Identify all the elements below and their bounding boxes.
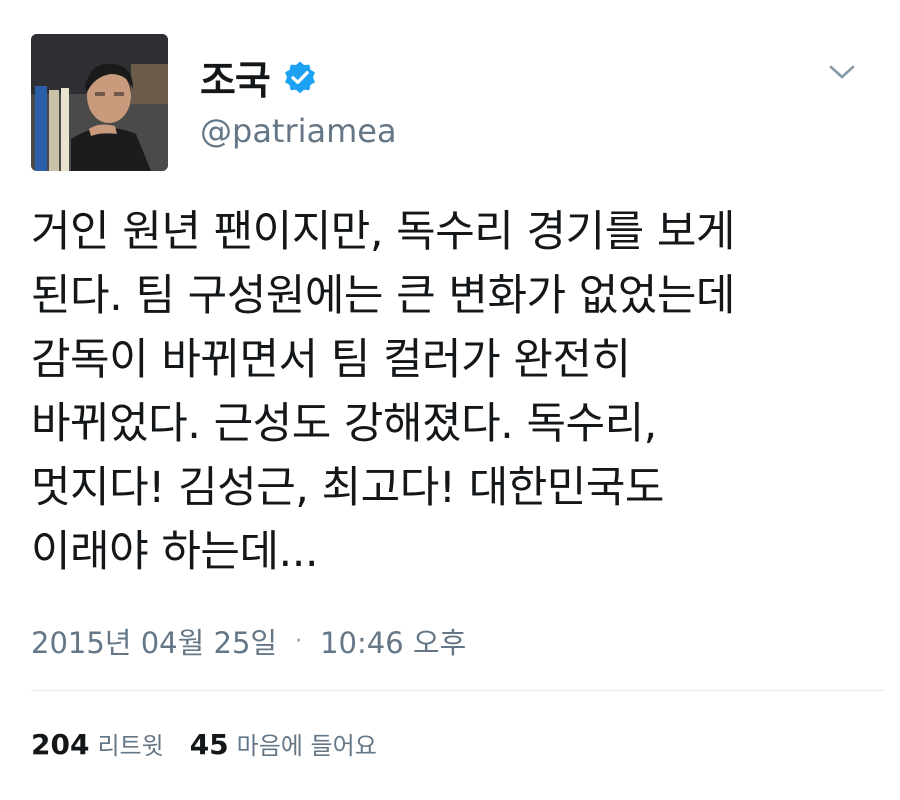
like-count[interactable]: 45 (190, 728, 229, 761)
tweet-time: 10:46 오후 (320, 626, 467, 660)
retweet-label[interactable]: 리트윗 (97, 726, 163, 761)
tweet-timestamp[interactable]: 2015년 04월 25일 · 10:46 오후 (31, 620, 466, 662)
tweet-date: 2015년 04월 25일 (31, 626, 278, 660)
chevron-down-icon[interactable] (822, 56, 862, 88)
user-handle[interactable]: @patriamea (200, 112, 397, 150)
user-name-row: 조국 (200, 50, 318, 106)
tweet-card: 조국 @patriamea 거인 원년 팬이지만, 독수리 경기를 보게 된다.… (0, 0, 900, 800)
divider (31, 690, 884, 691)
retweet-count[interactable]: 204 (31, 728, 89, 761)
avatar[interactable] (31, 34, 168, 171)
verified-badge-icon (282, 60, 318, 96)
tweet-stats: 204 리트윗 45 마음에 들어요 (31, 726, 403, 761)
like-label[interactable]: 마음에 들어요 (237, 726, 377, 761)
tweet-text: 거인 원년 팬이지만, 독수리 경기를 보게 된다. 팀 구성원에는 큰 변화가… (31, 207, 735, 577)
timestamp-separator: · (295, 628, 303, 654)
display-name[interactable]: 조국 (200, 50, 271, 106)
